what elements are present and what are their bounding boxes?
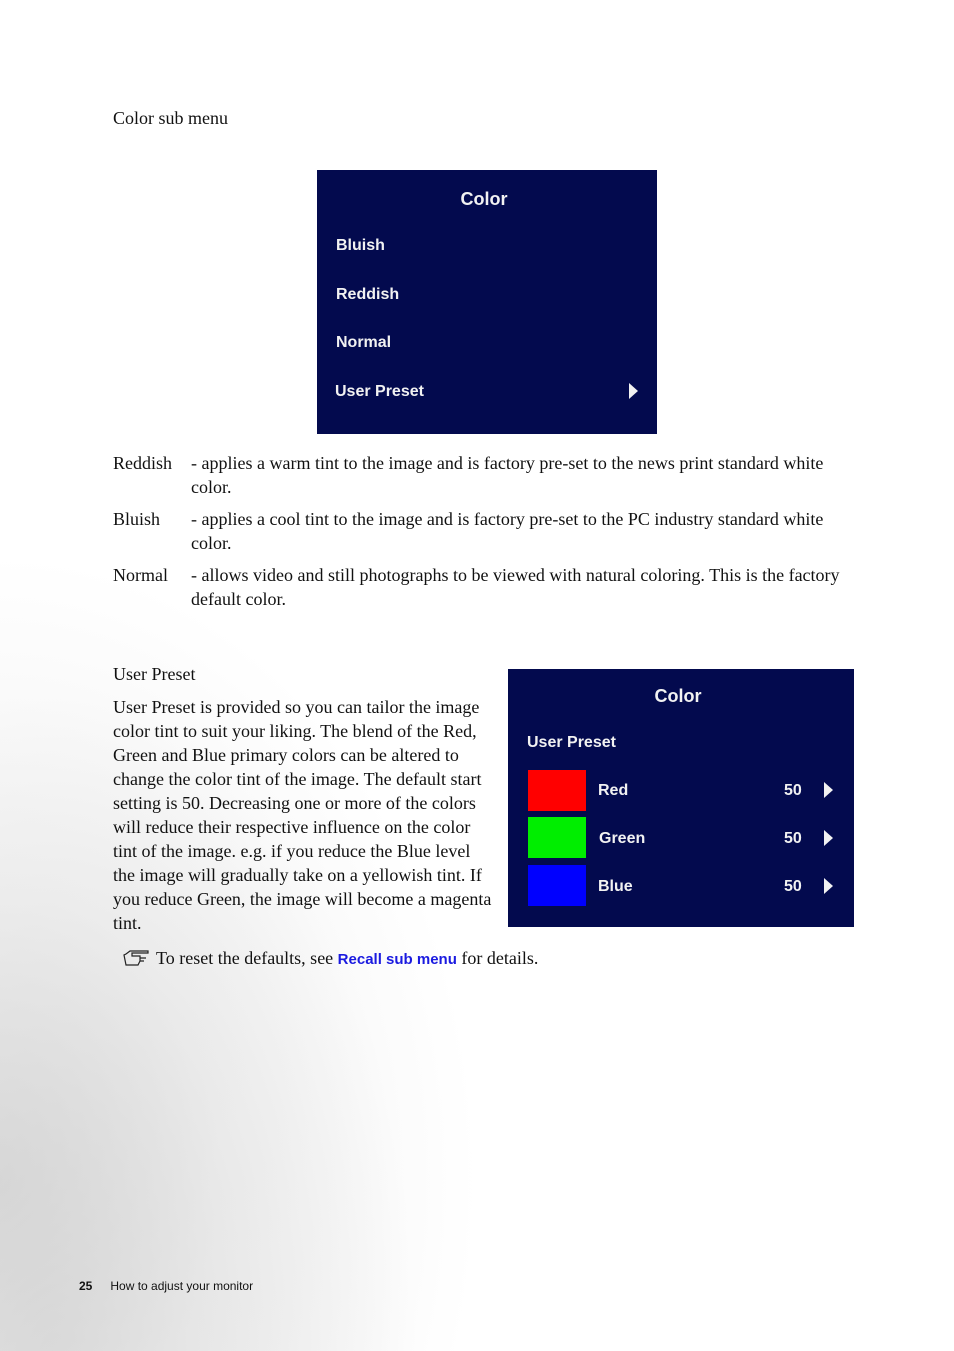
osd-title: Color <box>460 189 508 209</box>
definition-reddish: - applies a warm tint to the image and i… <box>191 453 824 497</box>
chapter-title: How to adjust your monitor <box>110 1279 254 1293</box>
description-bluish: Bluish - applies a cool tint to the imag… <box>113 507 863 557</box>
term-bluish: Bluish <box>113 509 161 529</box>
page-number: 25 <box>79 1279 93 1293</box>
user-preset-paragraph: User Preset is provided so you can tailo… <box>113 697 492 933</box>
triangle-right-icon[interactable] <box>824 782 833 798</box>
osd-item-reddish[interactable]: Reddish <box>336 286 399 304</box>
channel-value-blue: 50 <box>784 878 802 895</box>
green-swatch <box>528 817 586 858</box>
osd-user-preset-menu: Color User Preset Red 50 Green 50 Blue 5… <box>508 669 854 927</box>
osd-item-bluish[interactable]: Bluish <box>336 237 385 255</box>
section-heading-color-sub-menu: Color sub menu <box>113 108 228 128</box>
blue-swatch <box>528 865 586 906</box>
definition-bluish: - applies a cool tint to the image and i… <box>191 509 824 553</box>
channel-value-green: 50 <box>784 830 802 847</box>
osd-item-user-preset[interactable]: User Preset <box>335 383 424 401</box>
osd-subtitle: User Preset <box>527 734 616 751</box>
triangle-right-icon <box>629 383 638 399</box>
definition-normal: - allows video and still photographs to … <box>191 565 840 609</box>
reset-note: To reset the defaults, see Recall sub me… <box>122 948 538 969</box>
section-heading-user-preset: User Preset <box>113 664 196 684</box>
recall-sub-menu-link[interactable]: Recall sub menu <box>338 951 457 968</box>
term-normal: Normal <box>113 565 168 585</box>
channel-label-red[interactable]: Red <box>598 782 628 800</box>
note-suffix: for details. <box>456 948 539 968</box>
channel-value-red: 50 <box>784 782 802 799</box>
note-prefix: To reset the defaults, see <box>156 948 338 968</box>
pointing-hand-icon <box>123 950 149 966</box>
osd-title: Color <box>654 686 702 706</box>
term-reddish: Reddish <box>113 453 173 473</box>
channel-label-green[interactable]: Green <box>599 830 645 848</box>
osd-item-normal[interactable]: Normal <box>336 334 391 352</box>
triangle-right-icon[interactable] <box>824 830 833 846</box>
red-swatch <box>528 770 586 811</box>
description-reddish: Reddish - applies a warm tint to the ima… <box>113 451 863 501</box>
triangle-right-icon[interactable] <box>824 878 833 894</box>
description-normal: Normal - allows video and still photogra… <box>113 563 863 613</box>
osd-color-menu: Color Bluish Reddish Normal User Preset <box>317 170 657 434</box>
channel-label-blue[interactable]: Blue <box>598 878 633 896</box>
page-footer: 25 How to adjust your monitor <box>79 1279 253 1293</box>
